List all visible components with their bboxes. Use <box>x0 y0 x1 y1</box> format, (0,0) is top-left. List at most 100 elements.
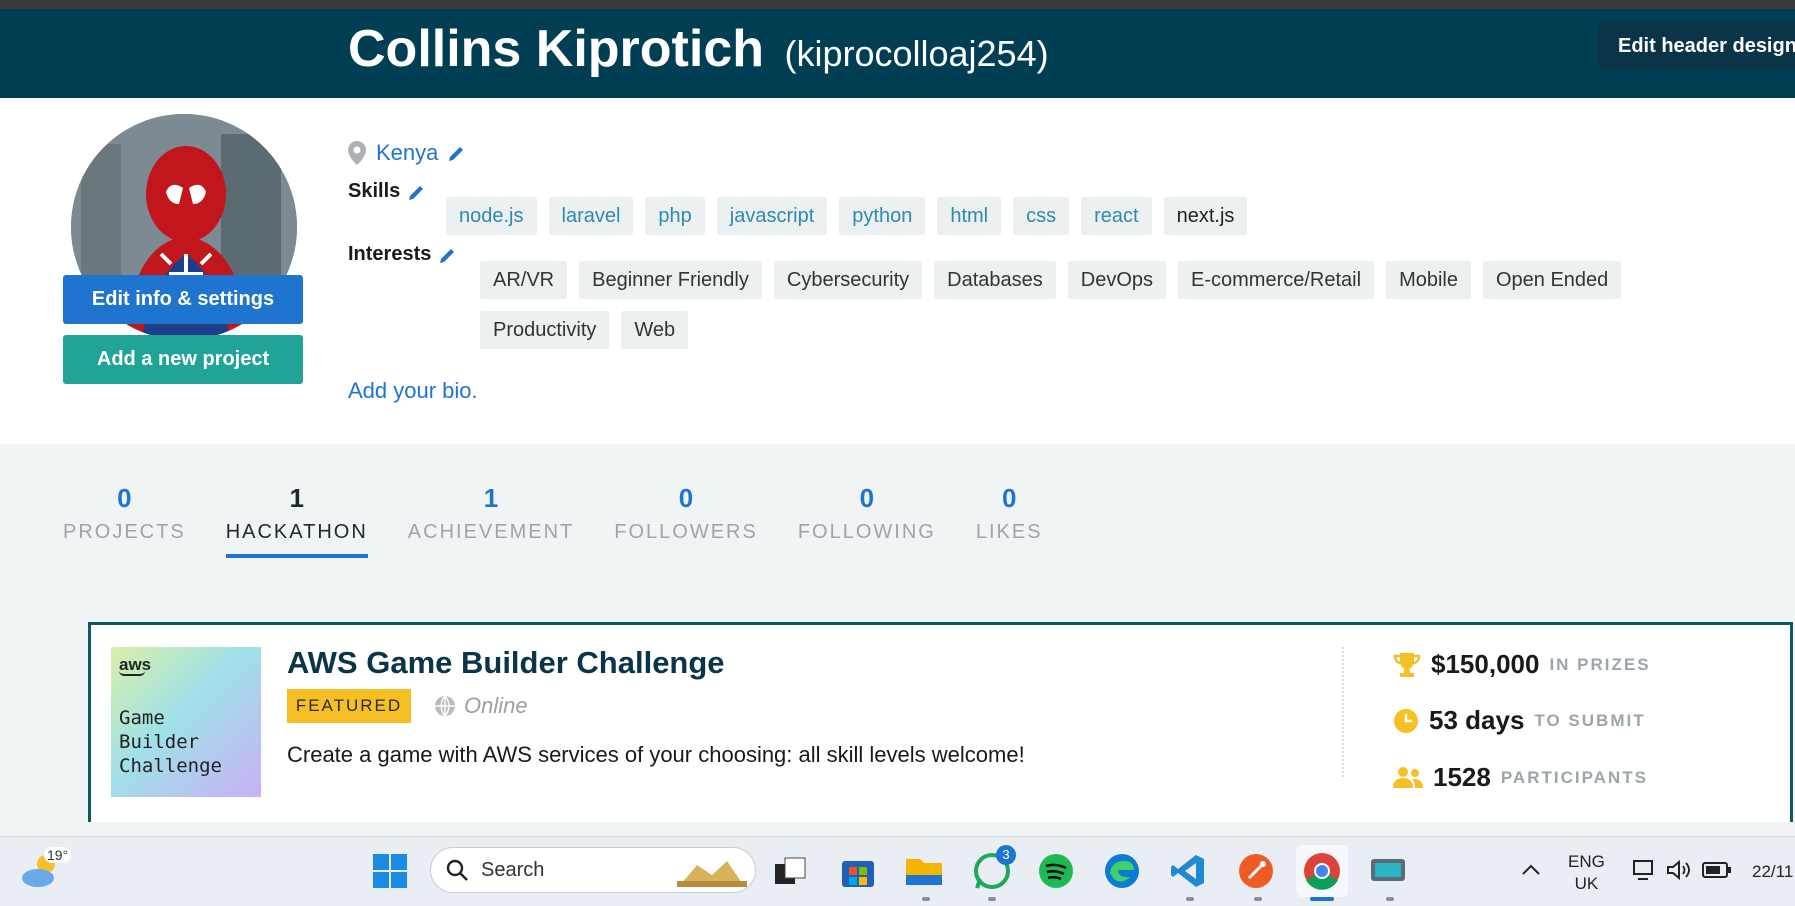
edit-pencil-icon[interactable] <box>448 144 466 162</box>
start-button[interactable] <box>370 851 410 891</box>
weather-widget[interactable]: 19° <box>18 847 72 893</box>
stat-label: FOLLOWING <box>797 521 936 543</box>
skills-list: node.js laravel php javascript python html css… <box>446 197 1646 235</box>
file-explorer-button[interactable] <box>904 851 944 891</box>
vscode-button[interactable] <box>1168 851 1208 891</box>
stat-label: LIKES <box>975 521 1043 543</box>
stat-count: 1 <box>483 483 499 513</box>
chevron-up-icon <box>1522 864 1540 875</box>
edit-header-design-button[interactable]: Edit header design <box>1598 21 1795 69</box>
show-hidden-icons-button[interactable] <box>1518 857 1544 883</box>
skill-tag[interactable]: react <box>1081 197 1152 235</box>
hackathon-location: Online <box>434 693 528 719</box>
skill-tag[interactable]: python <box>839 197 926 235</box>
interest-tag: E-commerce/Retail <box>1178 261 1375 299</box>
location-link[interactable]: Kenya <box>376 140 438 166</box>
network-icon <box>1633 860 1653 880</box>
skill-tag[interactable]: css <box>1013 197 1070 235</box>
interest-tag: Web <box>621 311 689 349</box>
add-new-project-button[interactable]: Add a new project <box>63 335 303 384</box>
add-bio-link[interactable]: Add your bio. <box>348 378 478 404</box>
hackathon-title[interactable]: AWS Game Builder Challenge <box>287 645 725 681</box>
skill-tag[interactable]: html <box>937 197 1002 235</box>
edit-interests-pencil-icon[interactable] <box>439 246 457 264</box>
edit-skills-pencil-icon[interactable] <box>408 183 426 201</box>
stat-count: 1 <box>289 483 304 513</box>
skill-tag[interactable]: javascript <box>716 197 828 235</box>
participants-icon <box>1393 766 1423 788</box>
stat-count: 0 <box>859 483 875 513</box>
whatsapp-button[interactable]: 3 <box>970 845 1016 893</box>
microsoft-store-button[interactable] <box>838 851 878 891</box>
edge-button[interactable] <box>1102 851 1142 891</box>
browser-top-strip <box>0 0 1795 9</box>
windows-logo-icon <box>373 854 407 888</box>
thumbnail-text: Game Builder Challenge <box>119 707 222 777</box>
stat-tab-following[interactable]: 0 FOLLOWING <box>798 483 936 558</box>
edit-info-settings-button[interactable]: Edit info & settings <box>63 275 303 324</box>
chrome-button[interactable] <box>1296 845 1348 897</box>
keyboard-app-indicator <box>1386 897 1394 901</box>
search-icon <box>446 859 468 881</box>
stat-label: HACKATHON <box>225 521 368 558</box>
interest-tag: DevOps <box>1067 261 1167 299</box>
stat-tab-achievement[interactable]: 1 ACHIEVEMENT <box>408 483 574 558</box>
keyboard-layout: UK <box>1574 874 1599 893</box>
spotify-icon <box>1039 854 1073 888</box>
stat-count: 0 <box>1001 483 1017 513</box>
taskbar-search[interactable]: Search <box>430 847 756 893</box>
spotify-button[interactable] <box>1036 851 1076 891</box>
stat-tab-followers[interactable]: 0 FOLLOWERS <box>614 483 758 558</box>
location-pin-icon <box>348 141 366 165</box>
clock-icon <box>1394 708 1418 733</box>
stat-tab-hackathon[interactable]: 1 HACKATHON <box>225 483 368 558</box>
interests-label: Interests <box>348 243 432 265</box>
interests-list: AR/VR Beginner Friendly Cybersecurity Datab… <box>480 261 1720 349</box>
stat-tab-projects[interactable]: 0 PROJECTS <box>63 483 186 558</box>
stat-tab-likes[interactable]: 0 LIKES <box>976 483 1043 558</box>
file-explorer-indicator <box>922 897 930 901</box>
vscode-indicator <box>1186 897 1194 901</box>
stat-label: FOLLOWERS <box>614 521 758 543</box>
hackathon-card[interactable]: aws Game Builder Challenge AWS Game Buil… <box>88 622 1793 822</box>
task-view-button[interactable] <box>770 851 810 891</box>
search-placeholder: Search <box>481 858 545 881</box>
stat-label: PROJECTS <box>63 521 186 543</box>
skill-tag[interactable]: node.js <box>446 197 537 235</box>
interests-label-row: Interests <box>348 243 457 266</box>
network-icon-button[interactable] <box>1630 857 1660 883</box>
prize-info: $150,000 IN PRIZES <box>1393 649 1651 680</box>
stat-label: ACHIEVEMENT <box>407 521 575 543</box>
skill-tag[interactable]: next.js <box>1163 197 1248 235</box>
interest-tag: Beginner Friendly <box>579 261 762 299</box>
globe-icon <box>435 695 455 717</box>
profile-header: Collins Kiprotich (kiprocolloaj254) Edit… <box>0 9 1795 98</box>
display-name: Collins Kiprotich <box>348 20 764 78</box>
volume-icon-button[interactable] <box>1664 857 1694 883</box>
featured-badge: FEATURED <box>287 689 411 723</box>
interest-tag: AR/VR <box>480 261 568 299</box>
chrome-active-indicator <box>1310 897 1334 901</box>
skill-tag[interactable]: php <box>645 197 705 235</box>
postman-icon <box>1239 854 1273 888</box>
vscode-icon <box>1171 855 1204 887</box>
postman-button[interactable] <box>1236 851 1276 891</box>
profile-stats-tabs: 0 PROJECTS 1 HACKATHON 1 ACHIEVEMENT 0 FOLLOWER… <box>63 483 1083 558</box>
stat-count: 0 <box>117 483 132 513</box>
skill-tag[interactable]: laravel <box>548 197 634 235</box>
deadline-info: 53 days TO SUBMIT <box>1393 705 1646 736</box>
trophy-icon <box>1393 652 1421 677</box>
profile-name: Collins Kiprotich (kiprocolloaj254) <box>348 19 1049 79</box>
touch-keyboard-button[interactable] <box>1368 851 1408 891</box>
whatsapp-notification-badge: 3 <box>996 845 1016 865</box>
language-indicator[interactable]: ENG UK <box>1568 851 1605 895</box>
hackathon-description: Create a game with AWS services of your … <box>287 742 1025 767</box>
battery-icon <box>1702 862 1731 878</box>
windows-taskbar: 19° Search 3 ENG UK 22/11 <box>0 836 1795 906</box>
battery-icon-button[interactable] <box>1700 857 1734 883</box>
interest-tag: Databases <box>934 261 1056 299</box>
aws-logo: aws <box>119 655 152 676</box>
location-row: Kenya <box>348 138 466 168</box>
whatsapp-indicator <box>988 897 996 901</box>
clock[interactable]: 22/11 <box>1752 861 1795 883</box>
